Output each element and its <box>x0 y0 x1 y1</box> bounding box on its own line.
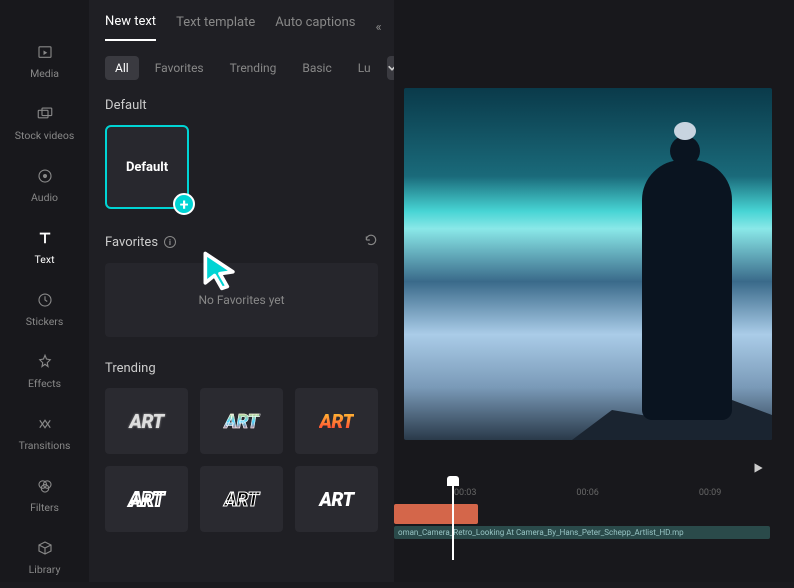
preview-area: 00:03 00:06 00:09 oman_Camera_Retro_Look… <box>394 0 794 582</box>
cursor-icon <box>198 248 242 292</box>
trending-grid: ART ART ART <box>105 466 378 532</box>
filter-all[interactable]: All <box>105 56 139 80</box>
sidebar-item-label: Text <box>35 253 55 266</box>
trending-item[interactable]: ART <box>295 388 378 454</box>
sidebar-item-audio[interactable]: Audio <box>0 154 89 216</box>
filter-more-button[interactable] <box>387 56 394 80</box>
art-preview-label: ART <box>129 410 163 433</box>
media-icon <box>35 42 55 62</box>
filters-icon <box>35 476 55 496</box>
tab-new-text[interactable]: New text <box>105 14 156 41</box>
sidebar-item-label: Stickers <box>26 315 63 328</box>
play-icon <box>751 461 765 475</box>
sidebar-item-filters[interactable]: Filters <box>0 464 89 526</box>
trending-item[interactable]: ART <box>295 466 378 532</box>
sidebar-item-stock-videos[interactable]: Stock videos <box>0 92 89 154</box>
timeline-clip[interactable] <box>394 504 478 524</box>
tab-auto-captions[interactable]: Auto captions <box>275 15 355 40</box>
refresh-button[interactable] <box>364 233 378 251</box>
sidebar-item-label: Media <box>30 67 59 80</box>
sidebar-item-media[interactable]: Media <box>0 30 89 92</box>
ruler-mark: 00:06 <box>576 488 598 498</box>
sidebar-item-text[interactable]: Text <box>0 216 89 278</box>
sidebar-item-label: Library <box>29 563 61 576</box>
transitions-icon <box>35 414 55 434</box>
tabs-overflow-button[interactable]: « <box>375 20 381 35</box>
sidebar-item-label: Effects <box>28 377 61 390</box>
timeline-clip-info[interactable]: oman_Camera_Retro_Looking At Camera_By_H… <box>394 526 770 539</box>
playhead[interactable] <box>452 480 454 560</box>
filter-row: All Favorites Trending Basic Lu <box>105 56 378 80</box>
sidebar: Media Stock videos Audio Text Stickers E… <box>0 0 89 582</box>
sidebar-item-label: Transitions <box>19 439 71 452</box>
art-preview-label: ART <box>319 410 353 433</box>
section-title-default-label: Default <box>105 98 147 113</box>
filter-trending[interactable]: Trending <box>220 56 287 80</box>
audio-icon <box>35 166 55 186</box>
tab-text-template[interactable]: Text template <box>176 15 255 40</box>
sidebar-item-label: Filters <box>30 501 59 514</box>
art-preview-label: ART <box>319 488 353 511</box>
plus-icon: + <box>180 195 189 214</box>
info-icon[interactable]: i <box>164 236 176 248</box>
stickers-icon <box>35 290 55 310</box>
filter-lu[interactable]: Lu <box>348 56 381 80</box>
panel-tabs: New text Text template Auto captions « <box>105 14 378 42</box>
section-title-trending-label: Trending <box>105 361 156 376</box>
ruler-mark: 00:09 <box>699 488 721 498</box>
sidebar-item-effects[interactable]: Effects <box>0 340 89 402</box>
refresh-icon <box>364 233 378 247</box>
section-title-trending: Trending <box>105 361 378 376</box>
filter-favorites[interactable]: Favorites <box>145 56 214 80</box>
section-title-favorites-label: Favorites <box>105 235 158 250</box>
timeline[interactable]: 00:03 00:06 00:09 oman_Camera_Retro_Look… <box>394 488 794 539</box>
trending-grid: ART ART ART <box>105 388 378 454</box>
preview-image[interactable] <box>404 88 772 440</box>
cursor-overlay <box>198 248 242 296</box>
trending-item[interactable]: ART <box>200 466 283 532</box>
sidebar-item-stickers[interactable]: Stickers <box>0 278 89 340</box>
trending-item[interactable]: ART <box>200 388 283 454</box>
default-text-item[interactable]: Default + <box>105 125 189 209</box>
text-icon <box>35 228 55 248</box>
timeline-ruler: 00:03 00:06 00:09 <box>394 488 770 498</box>
section-title-default: Default <box>105 98 378 113</box>
art-preview-label: ART <box>224 488 258 511</box>
play-button[interactable] <box>746 456 770 480</box>
default-text-item-label: Default <box>126 160 168 175</box>
sidebar-item-library[interactable]: Library <box>0 526 89 588</box>
filter-basic[interactable]: Basic <box>292 56 341 80</box>
ruler-mark: 00:03 <box>454 488 476 498</box>
sidebar-item-label: Stock videos <box>15 129 75 142</box>
effects-icon <box>35 352 55 372</box>
library-icon <box>35 538 55 558</box>
stock-icon <box>35 104 55 124</box>
sidebar-item-transitions[interactable]: Transitions <box>0 402 89 464</box>
trending-item[interactable]: ART <box>105 466 188 532</box>
art-preview-label: ART <box>129 488 163 511</box>
trending-item[interactable]: ART <box>105 388 188 454</box>
add-badge[interactable]: + <box>173 193 195 215</box>
art-preview-label: ART <box>224 410 258 433</box>
chevron-down-icon <box>387 63 394 73</box>
sidebar-item-label: Audio <box>31 191 58 204</box>
